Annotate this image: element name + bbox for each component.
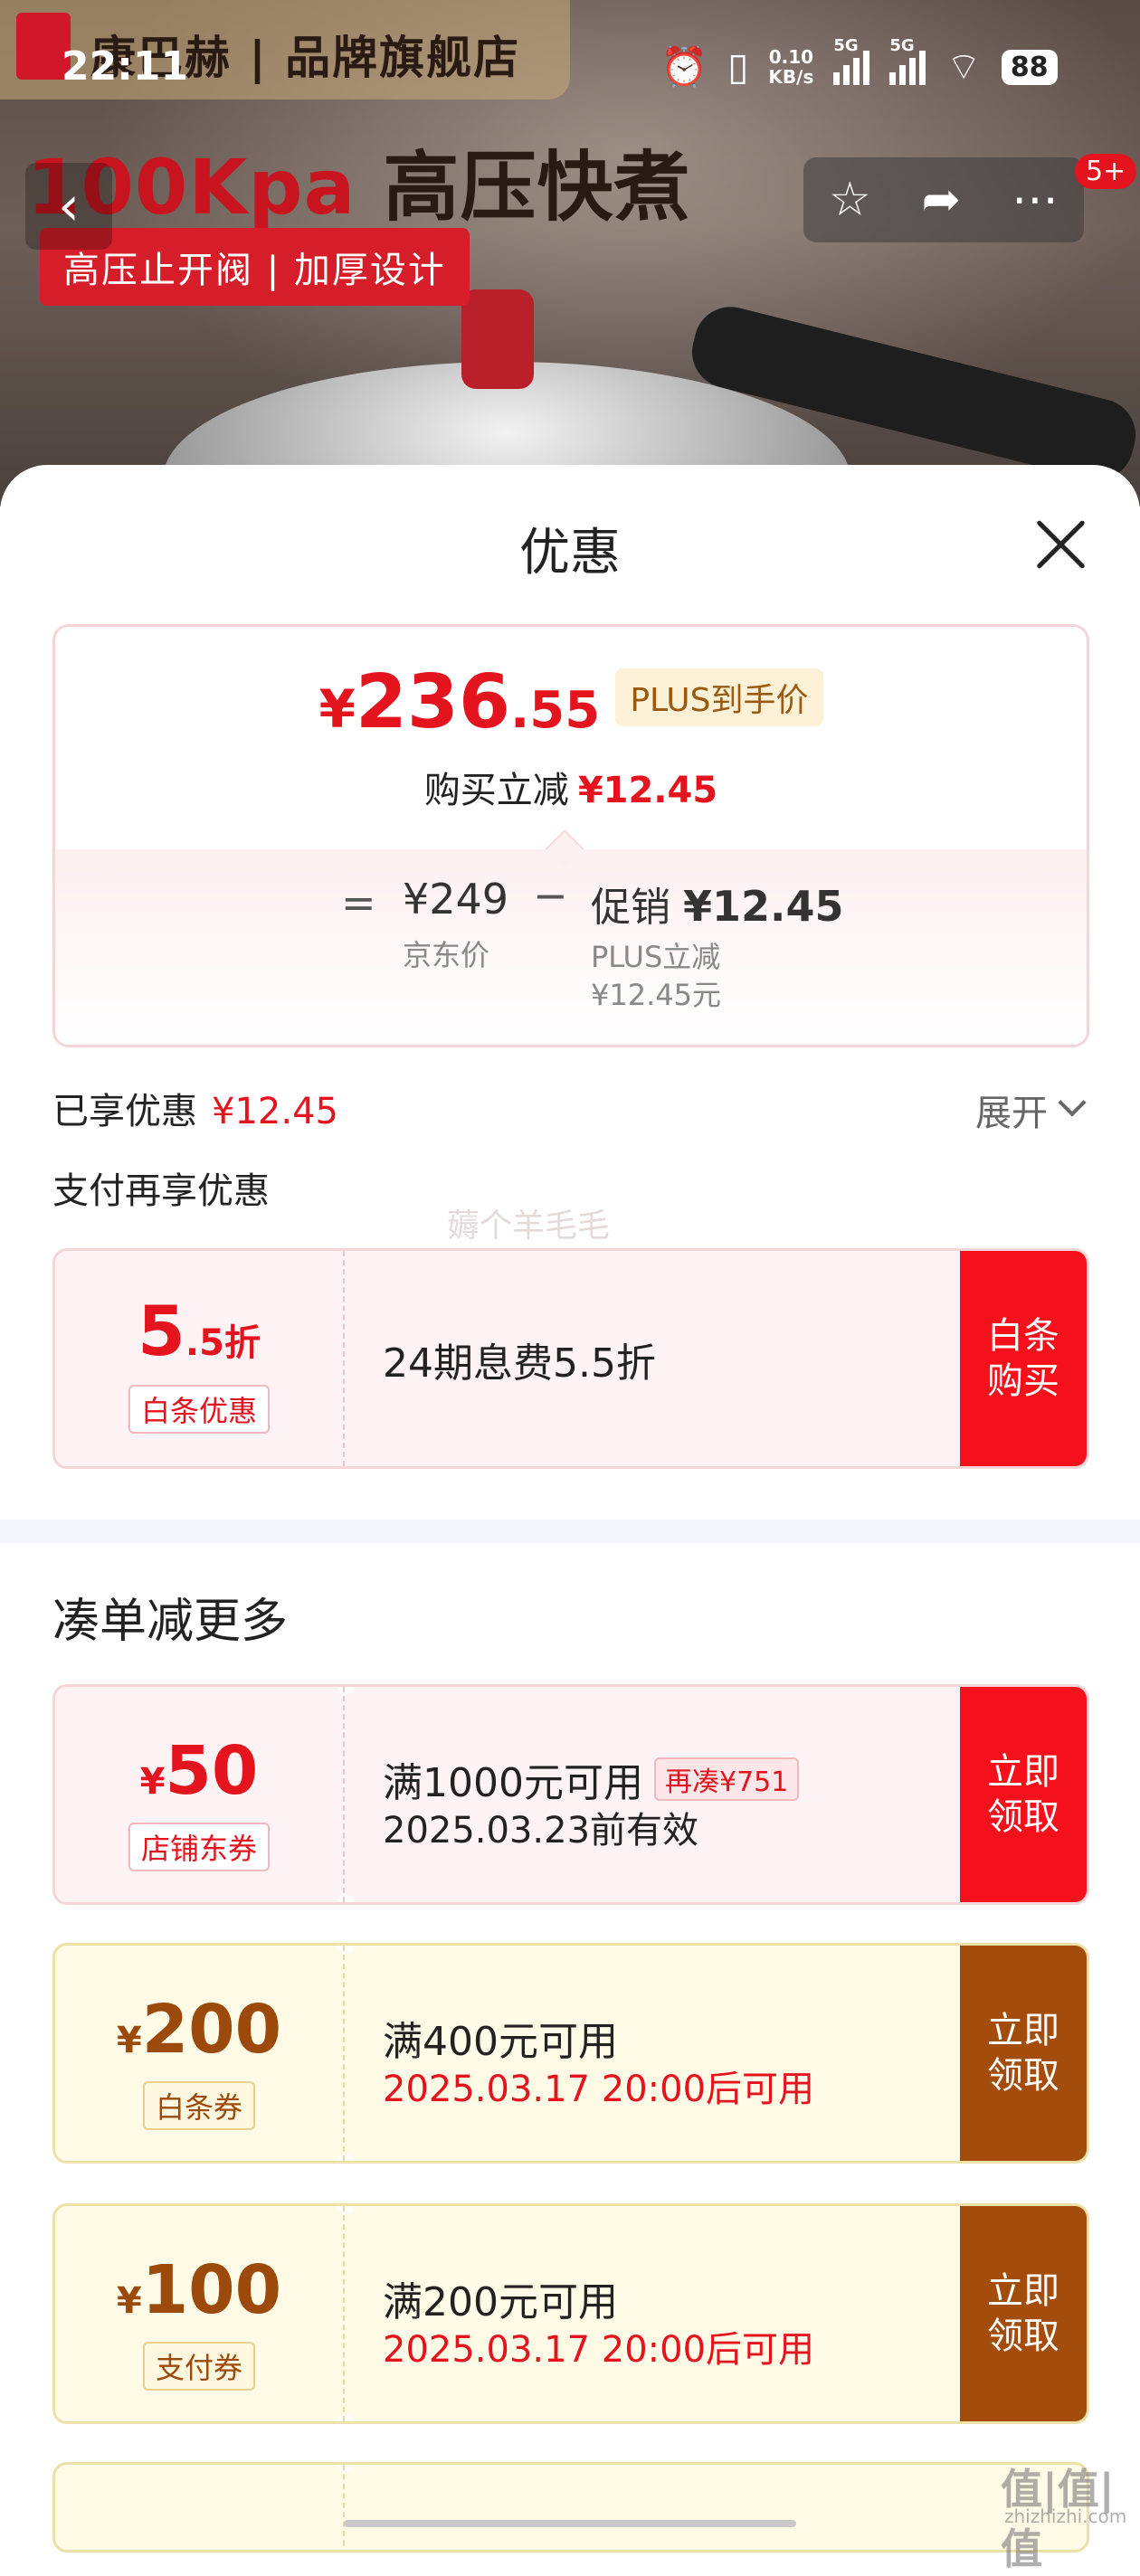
alarm-icon: ⏰ xyxy=(660,44,708,89)
section-divider xyxy=(0,1520,1140,1543)
coupon-card: ¥200 白条券 满400元可用 2025.03.17 20:00后可用 立即领… xyxy=(52,1943,1089,2164)
back-button[interactable]: ‹ xyxy=(25,163,112,250)
coupon-tag: 白条优惠 xyxy=(128,1385,271,1434)
favorite-icon[interactable]: ☆ xyxy=(829,173,871,227)
wifi-icon: ⌔ xyxy=(945,44,982,89)
add-more-tag: 再凑¥751 xyxy=(653,1757,800,1801)
signal-icon: 5G xyxy=(889,36,926,85)
back-icon: ‹ xyxy=(58,175,80,238)
coupon-tag: 支付券 xyxy=(142,2342,256,2391)
site-url-watermark: zhizhizhi.com xyxy=(1004,2505,1127,2527)
expand-button[interactable]: 展开 xyxy=(975,1084,1048,1136)
watermark-text: 薅个羊毛毛 xyxy=(447,1208,611,1245)
status-icons: ⏰ ▯ 0.10 KB/s 5G 5G ⌔ 88 xyxy=(660,36,1058,89)
home-indicator[interactable] xyxy=(344,2520,796,2527)
coupon-amount: ¥100 xyxy=(116,2251,282,2329)
message-badge: 5+ xyxy=(1075,154,1137,189)
baitiao-buy-button[interactable]: 白条购买 xyxy=(960,1251,1087,1466)
coupon-desc: 满200元可用 xyxy=(383,2279,618,2325)
vibrate-icon: ▯ xyxy=(727,44,749,89)
coupon-value-area: ¥200 白条券 xyxy=(55,1946,345,2161)
claim-button[interactable]: 立即领取 xyxy=(960,2206,1087,2421)
coupon-tag: 白条券 xyxy=(142,2081,256,2130)
coupon-card: ¥100 支付券 满200元可用 2025.03.17 20:00后可用 立即领… xyxy=(52,2203,1089,2424)
coupon-card: ¥50 店铺东券 满1000元可用 再凑¥751 2025.03.23前有效 立即… xyxy=(52,1684,1089,1905)
equals-sign: = xyxy=(341,878,376,927)
coupon-card-partial xyxy=(52,2462,1089,2552)
coupon-date: 2025.03.17 20:00后可用 xyxy=(383,2329,815,2371)
claim-button[interactable]: 立即领取 xyxy=(960,1687,1087,1902)
section-title: 凑单减更多 xyxy=(52,1595,289,1649)
claim-button[interactable]: 立即领取 xyxy=(960,1946,1087,2161)
banner-headline: 100Kpa 高压快煮 xyxy=(27,127,691,236)
more-icon[interactable]: ⋯ xyxy=(1012,173,1059,227)
coupon-date: 2025.03.17 20:00后可用 xyxy=(383,2069,815,2110)
coupon-desc: 满1000元可用 再凑¥751 xyxy=(383,1750,800,1808)
jd-price-label: 京东价 xyxy=(403,938,490,972)
promo-sub-value: ¥12.45元 xyxy=(591,978,721,1012)
promo-sub-label: PLUS立减 xyxy=(591,940,721,974)
coupon-value-area: 5.5折 白条优惠 xyxy=(55,1251,345,1466)
pay-more-heading: 支付再享优惠 xyxy=(52,1170,270,1212)
minus-sign: − xyxy=(533,871,568,920)
jd-price: ¥249 xyxy=(403,875,509,923)
net-speed: 0.10 KB/s xyxy=(768,46,814,88)
promo-amount: 促销 ¥12.45 xyxy=(591,882,844,931)
plus-price-tag: PLUS到手价 xyxy=(615,668,823,726)
coupon-value-area: ¥100 支付券 xyxy=(55,2206,345,2421)
headline-cn: 高压快煮 xyxy=(383,143,691,232)
coupon-amount: ¥50 xyxy=(139,1732,259,1810)
close-button[interactable] xyxy=(1031,516,1089,573)
coupon-desc: 满400元可用 xyxy=(383,2019,618,2065)
coupon-date: 2025.03.23前有效 xyxy=(383,1810,699,1852)
sheet-title: 优惠 xyxy=(519,524,621,582)
status-time: 22:11 xyxy=(62,43,189,90)
final-price: ¥236.55 xyxy=(318,659,601,745)
top-actions: ☆ ➦ ⋯ xyxy=(803,157,1084,242)
coupon-value: 5.5折 xyxy=(138,1291,261,1371)
pot-valve-image xyxy=(461,289,534,389)
price-breakdown xyxy=(55,849,1087,1045)
signal-icon: 5G xyxy=(833,36,870,85)
baitiao-coupon: 5.5折 白条优惠 24期息费5.5折 白条购买 xyxy=(52,1248,1089,1469)
coupon-tag: 店铺东券 xyxy=(128,1823,271,1871)
share-icon[interactable]: ➦ xyxy=(922,173,962,227)
save-line: 购买立减 ¥12.45 xyxy=(423,770,718,811)
battery-icon: 88 xyxy=(1001,49,1058,85)
final-price-row: ¥236.55 PLUS到手价 xyxy=(55,659,1087,745)
enjoyed-discount: 已享优惠 ¥12.45 xyxy=(52,1091,338,1132)
price-card: ¥236.55 PLUS到手价 购买立减 ¥12.45 = ¥249 京东价 − … xyxy=(52,624,1089,1047)
coupon-value-area xyxy=(55,2465,345,2550)
coupon-amount: ¥200 xyxy=(116,1991,282,2069)
coupon-desc: 24期息费5.5折 xyxy=(383,1340,656,1387)
coupon-value-area: ¥50 店铺东券 xyxy=(55,1687,345,1902)
